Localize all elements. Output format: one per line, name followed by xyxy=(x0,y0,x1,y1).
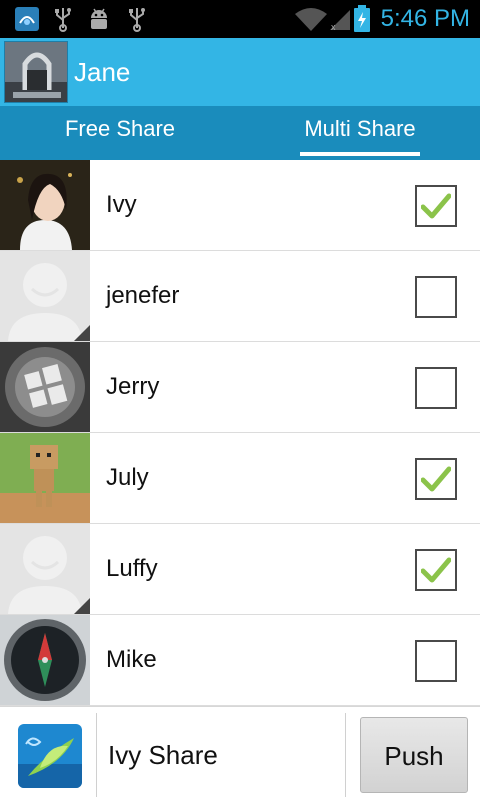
contact-photo xyxy=(0,342,90,432)
tab-label: Free Share xyxy=(64,116,176,141)
android-debug-icon xyxy=(86,5,112,33)
contact-name: Mike xyxy=(106,646,157,673)
checkmark-icon xyxy=(421,193,451,219)
app-logo-icon xyxy=(18,724,82,788)
contact-checkbox[interactable] xyxy=(415,367,457,409)
user-name: Jane xyxy=(74,57,131,87)
list-item[interactable]: jenefer xyxy=(0,251,480,342)
signal-icon: x xyxy=(328,5,352,33)
contact-checkbox[interactable] xyxy=(415,640,457,682)
contact-photo xyxy=(0,160,90,250)
contact-photo xyxy=(0,251,90,341)
contact-photo xyxy=(0,615,90,705)
contact-checkbox[interactable] xyxy=(415,276,457,318)
default-avatar-icon xyxy=(0,524,90,614)
checkmark-icon xyxy=(421,466,451,492)
contact-photo xyxy=(0,524,90,614)
divider xyxy=(96,713,97,797)
contact-photo xyxy=(0,433,90,523)
contact-checkbox[interactable] xyxy=(415,549,457,591)
contact-name: Ivy xyxy=(106,191,137,218)
header-bar: Jane xyxy=(0,38,480,106)
share-mode-tabs: Free Share Multi Share xyxy=(0,106,480,160)
list-item[interactable]: Ivy xyxy=(0,160,480,251)
status-bar: x 5:46 PM xyxy=(0,0,480,38)
contact-list[interactable]: Ivy jenefer Jerry July Luffy Mike xyxy=(0,160,480,706)
user-avatar[interactable] xyxy=(4,41,68,103)
contact-name: Luffy xyxy=(106,555,158,582)
list-item[interactable]: Jerry xyxy=(0,342,480,433)
contact-name: July xyxy=(106,464,149,491)
list-item[interactable]: Mike xyxy=(0,615,480,706)
contact-name: Jerry xyxy=(106,373,160,400)
bottom-action-bar: Ivy Share Push xyxy=(0,706,480,800)
list-item[interactable]: Luffy xyxy=(0,524,480,615)
checkmark-icon xyxy=(421,557,451,583)
contact-checkbox[interactable] xyxy=(415,458,457,500)
tab-multi-share[interactable]: Multi Share xyxy=(240,106,480,160)
compass-icon xyxy=(0,615,90,705)
list-item[interactable]: July xyxy=(0,433,480,524)
wifi-icon xyxy=(294,5,328,33)
contact-name: jenefer xyxy=(106,282,180,309)
app-name: Ivy Share xyxy=(108,740,218,770)
contact-checkbox[interactable] xyxy=(415,185,457,227)
usb-icon xyxy=(126,5,148,33)
divider xyxy=(345,713,346,797)
tab-label: Multi Share xyxy=(304,116,416,141)
usb-icon xyxy=(52,5,74,33)
battery-charging-icon xyxy=(353,5,371,33)
tab-free-share[interactable]: Free Share xyxy=(0,106,240,160)
default-avatar-icon xyxy=(0,251,90,341)
status-time: 5:46 PM xyxy=(380,5,470,32)
app-notification-icon xyxy=(14,5,40,33)
tab-selected-indicator xyxy=(300,152,420,156)
push-button[interactable]: Push xyxy=(360,717,468,793)
svg-text:x: x xyxy=(331,22,336,32)
